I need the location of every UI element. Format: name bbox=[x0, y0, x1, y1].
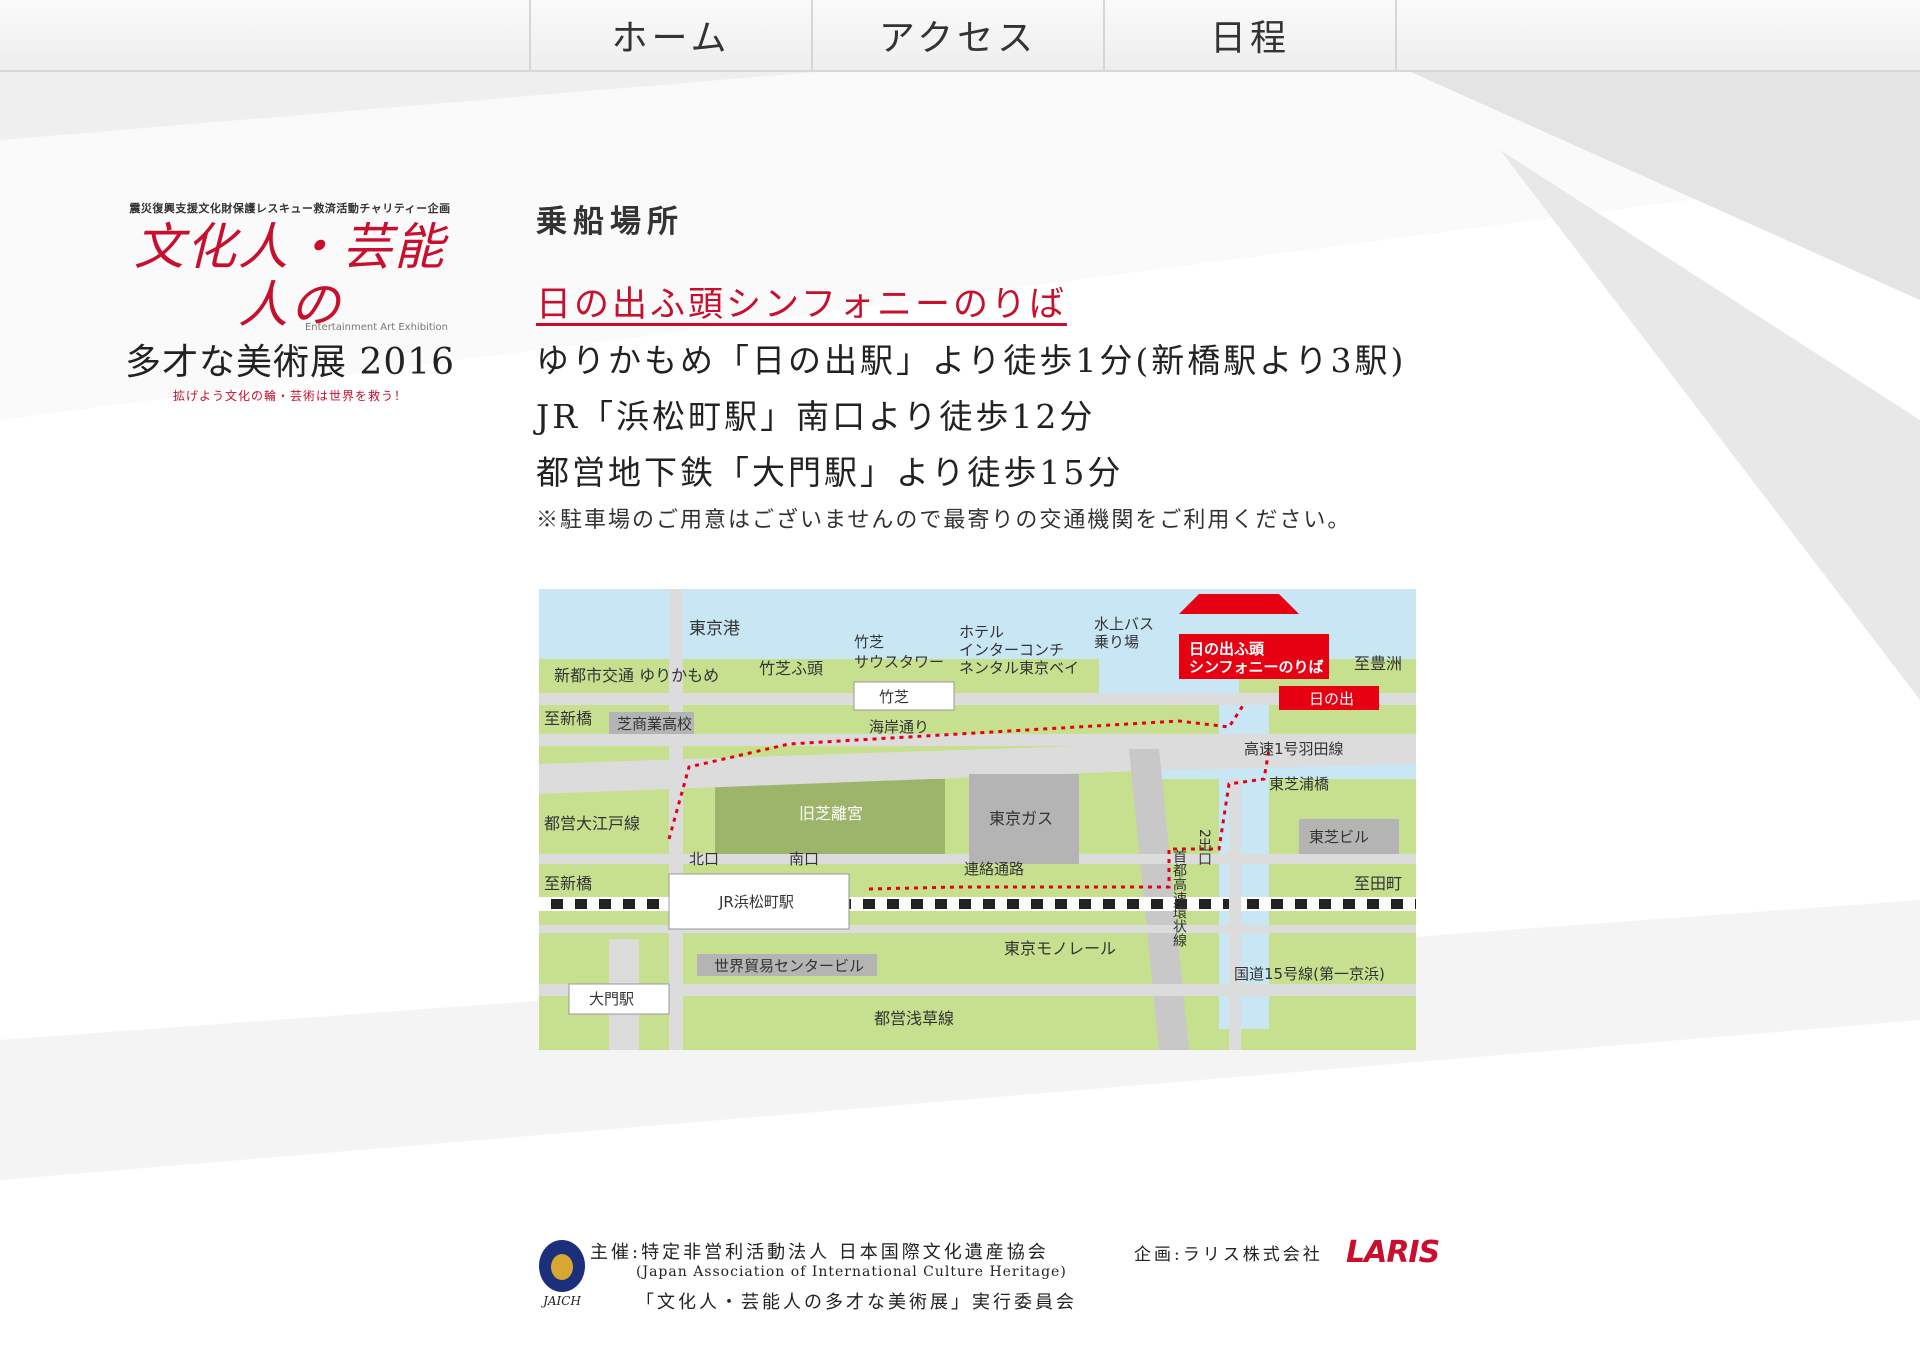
top-navigation: ホーム アクセス 日程 bbox=[0, 0, 1920, 72]
map-label-tokyo-port: 東京港 bbox=[689, 619, 740, 639]
footer-organizer: 主催:特定非営利活動法人 日本国際文化遺産協会 bbox=[590, 1242, 1049, 1263]
map-label-jr-hamamatsucho: JR浜松町駅 bbox=[718, 893, 794, 911]
map-label-route15: 国道15号線(第一京浜) bbox=[1234, 965, 1385, 983]
access-map: 東京港 新都市交通 ゆりかもめ 竹芝ふ頭 竹芝 サウスタワー ホテル インターコ… bbox=[539, 589, 1416, 1050]
road-oedo bbox=[669, 589, 683, 1050]
access-content: 乗船場所 日の出ふ頭シンフォニーのりば ゆりかもめ「日の出駅」より徒歩1分(新橋… bbox=[536, 196, 1403, 533]
nav-divider bbox=[1395, 0, 1397, 70]
map-label-wtc: 世界貿易センタービル bbox=[714, 957, 864, 975]
map-label-to-tamachi: 至田町 bbox=[1354, 874, 1402, 893]
footer-committee: 「文化人・芸能人の多才な美術展」実行委員会 bbox=[636, 1292, 1077, 1313]
map-label-to-shinbashi-2: 至新橋 bbox=[544, 874, 592, 893]
map-label-minamiguchi: 南口 bbox=[789, 850, 819, 868]
map-label-daimon: 大門駅 bbox=[589, 990, 634, 1008]
nav-schedule[interactable]: 日程 bbox=[1103, 0, 1395, 70]
map-label-takeshiba-tower-2: サウスタワー bbox=[854, 653, 944, 671]
access-line-jr: JR「浜松町駅」南口より徒歩12分 bbox=[536, 397, 1096, 436]
footer-organizer-en: (Japan Association of International Cult… bbox=[636, 1264, 1067, 1280]
map-label-yurikamome: 新都市交通 ゆりかもめ bbox=[554, 666, 719, 685]
map-label-exit-2: 2出口 bbox=[1196, 829, 1212, 866]
access-line-yurikamome: ゆりかもめ「日の出駅」より徒歩1分(新橋駅より3駅) bbox=[536, 341, 1407, 380]
map-label-takeshiba-station: 竹芝 bbox=[879, 688, 909, 706]
map-label-hotel-1: ホテル bbox=[959, 623, 1004, 641]
map-label-hinode-station: 日の出 bbox=[1309, 690, 1354, 708]
logo-pre-title: 震災復興支援文化財保護レスキュー救済活動チャリティー企画 bbox=[129, 202, 451, 215]
map-label-kaigan-dori: 海岸通り bbox=[869, 718, 929, 736]
map-label-to-toyosu: 至豊洲 bbox=[1354, 654, 1402, 673]
map-label-venue-2: シンフォニーのりば bbox=[1189, 658, 1324, 676]
logo-main-title: 多才な美術展 2016 bbox=[124, 342, 456, 383]
map-label-takeshiba-futo: 竹芝ふ頭 bbox=[759, 659, 823, 678]
page-heading: 乗船場所 bbox=[536, 204, 684, 240]
logo-brush-title: 文化人・芸能人の bbox=[134, 218, 446, 334]
map-label-hotel-3: ネンタル東京ベイ bbox=[959, 659, 1079, 677]
map-label-shuto-kanjo: 首都高速環状線 bbox=[1171, 849, 1187, 947]
access-line-subway: 都営地下鉄「大門駅」より徒歩15分 bbox=[536, 453, 1124, 492]
jaich-emblem[interactable]: JAICH bbox=[536, 1240, 588, 1310]
map-label-renraku-tsuro: 連絡通路 bbox=[964, 860, 1024, 878]
map-label-monorail: 東京モノレール bbox=[1004, 939, 1116, 958]
map-label-toshiba-building: 東芝ビル bbox=[1309, 828, 1369, 846]
map-label-asakusa-line: 都営浅草線 bbox=[874, 1009, 954, 1028]
map-label-kyu-shiba-rikyu: 旧芝離宮 bbox=[799, 804, 863, 823]
jaich-caption: JAICH bbox=[543, 1294, 581, 1308]
map-label-tokyo-gas: 東京ガス bbox=[989, 809, 1053, 828]
map-label-toshiba-ura-bridge: 東芝浦橋 bbox=[1269, 775, 1329, 793]
exhibition-logo[interactable]: 震災復興支援文化財保護レスキュー救済活動チャリティー企画 文化人・芸能人の En… bbox=[120, 200, 460, 403]
map-label-water-bus-1: 水上バス bbox=[1094, 615, 1154, 633]
logo-tagline: 拡げよう文化の輪・芸術は世界を救う！ bbox=[172, 389, 407, 403]
map-label-water-bus-2: 乗り場 bbox=[1094, 633, 1139, 651]
jaich-crest-icon bbox=[539, 1240, 585, 1292]
map-label-to-shinbashi-1: 至新橋 bbox=[544, 709, 592, 728]
footer: JAICH 主催:特定非営利活動法人 日本国際文化遺産協会 (Japan Ass… bbox=[536, 1235, 1440, 1318]
venue-name: 日の出ふ頭シンフォニーのりば bbox=[536, 285, 1067, 325]
laris-logo[interactable]: LARIS bbox=[1346, 1235, 1440, 1270]
map-label-hotel-2: インターコンチ bbox=[959, 641, 1064, 659]
parking-note: ※駐車場のご用意はございませんので最寄りの交通機関をご利用ください。 bbox=[536, 508, 1352, 533]
map-label-shuto-1gou: 高速1号羽田線 bbox=[1244, 740, 1344, 758]
nav-access[interactable]: アクセス bbox=[811, 0, 1103, 70]
map-label-oedo-line: 都営大江戸線 bbox=[544, 814, 640, 833]
map-label-shiba-school: 芝商業高校 bbox=[617, 715, 692, 733]
map-label-kitaguchi: 北口 bbox=[689, 850, 719, 868]
map-label-takeshiba-tower-1: 竹芝 bbox=[854, 633, 884, 651]
map-label-venue-1: 日の出ふ頭 bbox=[1189, 640, 1265, 658]
ship-icon bbox=[1179, 594, 1299, 614]
nav-home[interactable]: ホーム bbox=[529, 0, 811, 70]
footer-planning: 企画:ラリス株式会社 bbox=[1134, 1245, 1323, 1265]
